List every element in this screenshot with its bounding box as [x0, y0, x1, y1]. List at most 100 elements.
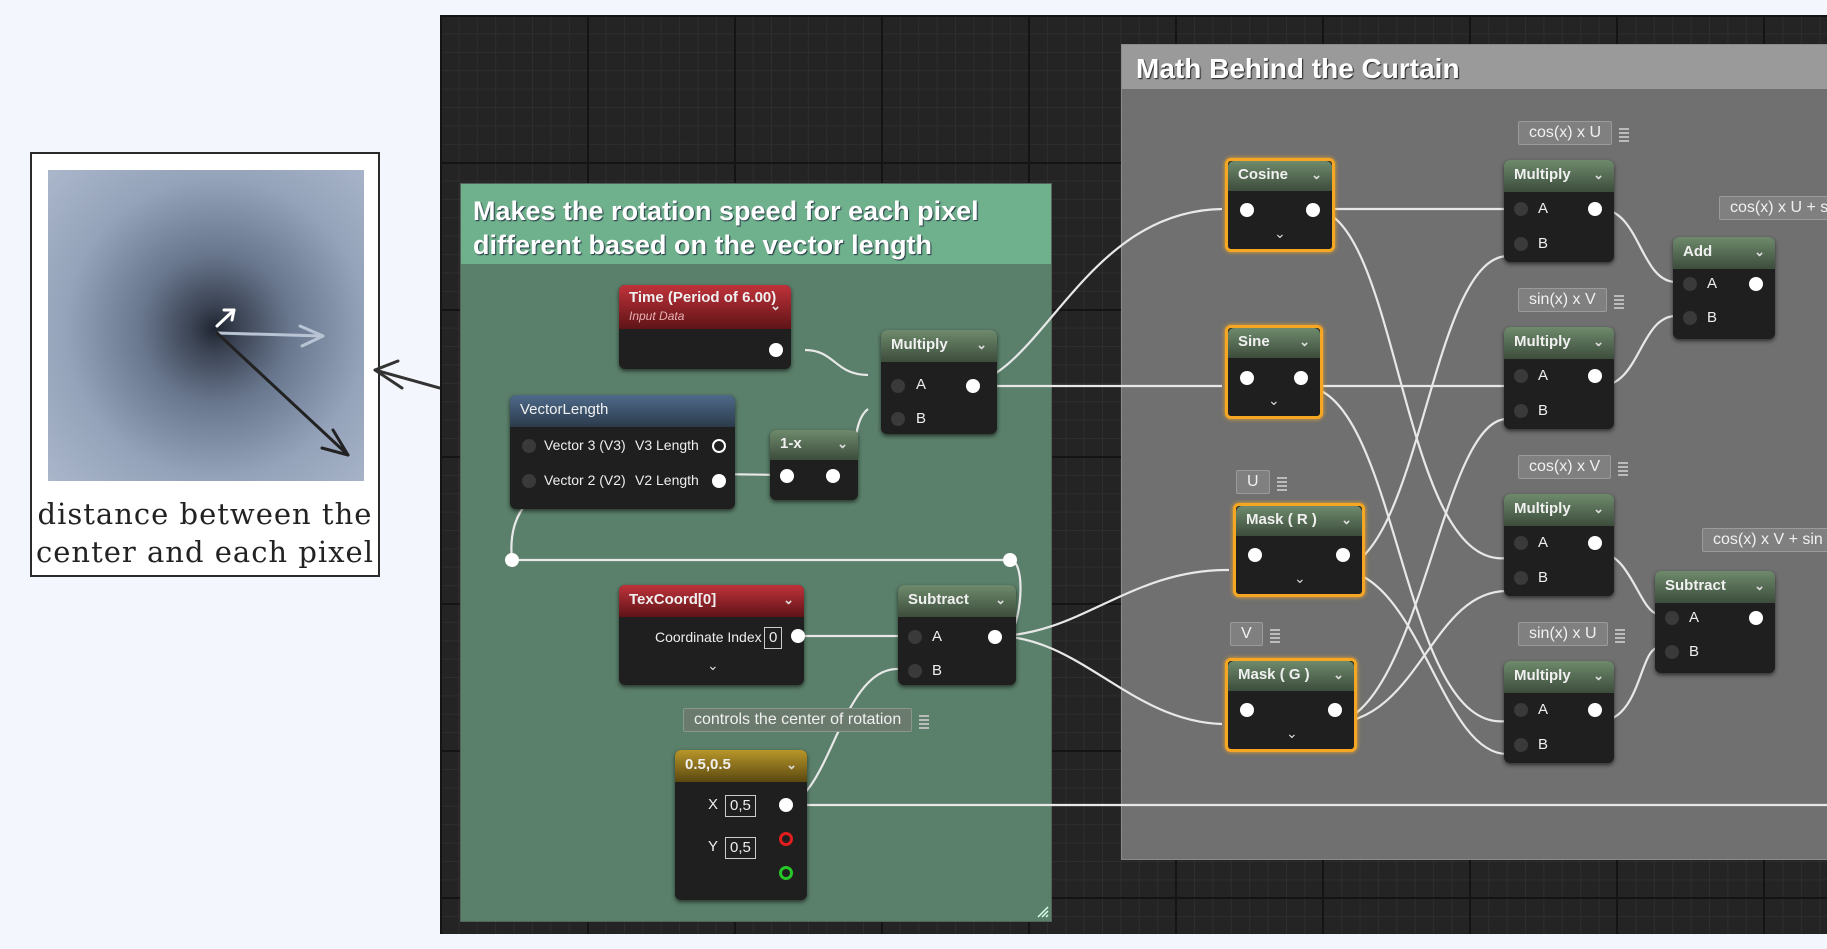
- node-sine[interactable]: Sine ⌄ ⌄: [1225, 325, 1323, 419]
- chevron-down-icon[interactable]: ⌄: [770, 297, 781, 315]
- chevron-down-icon[interactable]: ⌄: [1299, 328, 1310, 356]
- chevron-down-icon[interactable]: ⌄: [995, 585, 1006, 615]
- input-pin-b[interactable]: [1514, 738, 1528, 752]
- input-pin-b[interactable]: [1514, 404, 1528, 418]
- chevron-down-icon[interactable]: ⌄: [1341, 506, 1352, 534]
- grip-icon[interactable]: [919, 715, 930, 729]
- input-pin-b[interactable]: [908, 664, 922, 678]
- output-pin[interactable]: [988, 630, 1002, 644]
- input-pin[interactable]: [1240, 203, 1254, 217]
- output-pin-v3[interactable]: [712, 439, 726, 453]
- chevron-down-icon[interactable]: ⌄: [1754, 237, 1765, 267]
- node-add[interactable]: Add ⌄ A B: [1673, 237, 1775, 339]
- input-pin-a[interactable]: [1514, 369, 1528, 383]
- output-pin[interactable]: [769, 343, 783, 357]
- input-pin-v3[interactable]: [522, 439, 536, 453]
- node-title[interactable]: 1-x ⌄: [770, 430, 858, 460]
- node-mask-r[interactable]: Mask ( R ) ⌄ ⌄: [1233, 503, 1365, 597]
- node-title[interactable]: Mask ( G ) ⌄: [1228, 661, 1354, 691]
- output-pin[interactable]: [826, 469, 840, 483]
- reroute-label-cos-v[interactable]: cos(x) x V: [1518, 455, 1629, 479]
- node-cosine[interactable]: Cosine ⌄ ⌄: [1225, 158, 1335, 252]
- node-title[interactable]: Time (Period of 6.00) Input Data ⌄: [619, 285, 791, 329]
- node-title[interactable]: Multiply ⌄: [1504, 661, 1614, 693]
- node-vector-length[interactable]: VectorLength Vector 3 (V3) V3 Length Vec…: [510, 395, 735, 509]
- output-pin-rg[interactable]: [779, 798, 793, 812]
- reroute-label-sin-u[interactable]: sin(x) x U: [1518, 622, 1625, 646]
- node-title[interactable]: Multiply ⌄: [1504, 160, 1614, 192]
- node-multiply-cos-v[interactable]: Multiply ⌄ A B: [1504, 494, 1614, 596]
- output-pin[interactable]: [966, 379, 980, 393]
- chevron-down-icon[interactable]: ⌄: [976, 330, 987, 360]
- chevron-down-icon[interactable]: ⌄: [1311, 161, 1322, 189]
- node-title[interactable]: VectorLength: [510, 395, 735, 427]
- node-multiply-sin-v[interactable]: Multiply ⌄ A B: [1504, 327, 1614, 429]
- node-multiply-speed[interactable]: Multiply ⌄ A B: [881, 330, 997, 434]
- node-title[interactable]: Add ⌄: [1673, 237, 1775, 269]
- reroute-label-v[interactable]: V: [1230, 622, 1280, 646]
- reroute-label-u[interactable]: U: [1236, 470, 1287, 494]
- input-pin-a[interactable]: [908, 630, 922, 644]
- output-pin[interactable]: [1749, 611, 1763, 625]
- output-pin[interactable]: [1588, 703, 1602, 717]
- grip-icon[interactable]: [1618, 462, 1629, 476]
- output-pin[interactable]: [1588, 536, 1602, 550]
- input-pin[interactable]: [1248, 548, 1262, 562]
- chevron-down-icon[interactable]: ⌄: [1593, 160, 1604, 190]
- node-multiply-sin-u[interactable]: Multiply ⌄ A B: [1504, 661, 1614, 763]
- node-mask-g[interactable]: Mask ( G ) ⌄ ⌄: [1225, 658, 1357, 752]
- output-pin[interactable]: [1749, 277, 1763, 291]
- node-title[interactable]: Cosine ⌄: [1228, 161, 1332, 191]
- node-title[interactable]: Subtract ⌄: [898, 585, 1016, 617]
- grip-icon[interactable]: [1613, 295, 1624, 309]
- node-title[interactable]: Multiply ⌄: [881, 330, 997, 362]
- chevron-down-icon[interactable]: ⌄: [1268, 392, 1280, 409]
- grip-icon[interactable]: [1614, 629, 1625, 643]
- resize-grip-icon[interactable]: [1036, 905, 1050, 919]
- chevron-down-icon[interactable]: ⌄: [837, 430, 848, 458]
- chevron-down-icon[interactable]: ⌄: [1754, 571, 1765, 601]
- reroute-label-cos-v-plus[interactable]: cos(x) x V + sin: [1702, 528, 1827, 552]
- reroute-label-sin-v[interactable]: sin(x) x V: [1518, 288, 1624, 312]
- node-multiply-cos-u[interactable]: Multiply ⌄ A B: [1504, 160, 1614, 262]
- input-pin-a[interactable]: [1514, 703, 1528, 717]
- y-value-field[interactable]: 0,5: [725, 837, 756, 859]
- output-pin-r[interactable]: [779, 832, 793, 846]
- output-pin[interactable]: [1294, 371, 1308, 385]
- output-pin[interactable]: [1588, 202, 1602, 216]
- input-pin-a[interactable]: [891, 379, 905, 393]
- node-one-minus-x[interactable]: 1-x ⌄: [770, 430, 858, 500]
- input-pin-b[interactable]: [1514, 571, 1528, 585]
- input-pin-b[interactable]: [1665, 645, 1679, 659]
- input-pin[interactable]: [780, 469, 794, 483]
- chevron-down-icon[interactable]: ⌄: [1593, 661, 1604, 691]
- node-title[interactable]: TexCoord[0] ⌄: [619, 585, 804, 617]
- chevron-down-icon[interactable]: ⌄: [1333, 661, 1344, 689]
- node-title[interactable]: 0.5,0.5 ⌄: [675, 750, 807, 782]
- grip-icon[interactable]: [1269, 629, 1280, 643]
- output-pin[interactable]: [1328, 703, 1342, 717]
- output-pin-v2[interactable]: [712, 474, 726, 488]
- output-pin[interactable]: [1336, 548, 1350, 562]
- chevron-down-icon[interactable]: ⌄: [783, 585, 794, 615]
- reroute-label-cos-u-plus[interactable]: cos(x) x U + s: [1719, 196, 1827, 220]
- node-title[interactable]: Mask ( R ) ⌄: [1236, 506, 1362, 536]
- x-value-field[interactable]: 0,5: [725, 795, 756, 817]
- output-pin[interactable]: [1588, 369, 1602, 383]
- node-constant-center[interactable]: 0.5,0.5 ⌄ X 0,5 Y 0,5: [675, 750, 807, 900]
- material-graph-canvas[interactable]: Makes the rotation speed for each pixel …: [440, 15, 1827, 934]
- chevron-down-icon[interactable]: ⌄: [1294, 570, 1306, 587]
- input-pin-v2[interactable]: [522, 474, 536, 488]
- input-pin-b[interactable]: [1683, 311, 1697, 325]
- node-subtract-rotate[interactable]: Subtract ⌄ A B: [1655, 571, 1775, 673]
- chevron-down-icon[interactable]: ⌄: [1286, 725, 1298, 742]
- reroute-label-center[interactable]: controls the center of rotation: [683, 708, 930, 732]
- input-pin-a[interactable]: [1665, 611, 1679, 625]
- chevron-down-icon[interactable]: ⌄: [1593, 327, 1604, 357]
- reroute-label-cos-u[interactable]: cos(x) x U: [1518, 121, 1629, 145]
- input-pin-a[interactable]: [1514, 536, 1528, 550]
- node-title[interactable]: Multiply ⌄: [1504, 494, 1614, 526]
- chevron-down-icon[interactable]: ⌄: [1274, 225, 1286, 242]
- grip-icon[interactable]: [1276, 477, 1287, 491]
- input-pin-a[interactable]: [1514, 202, 1528, 216]
